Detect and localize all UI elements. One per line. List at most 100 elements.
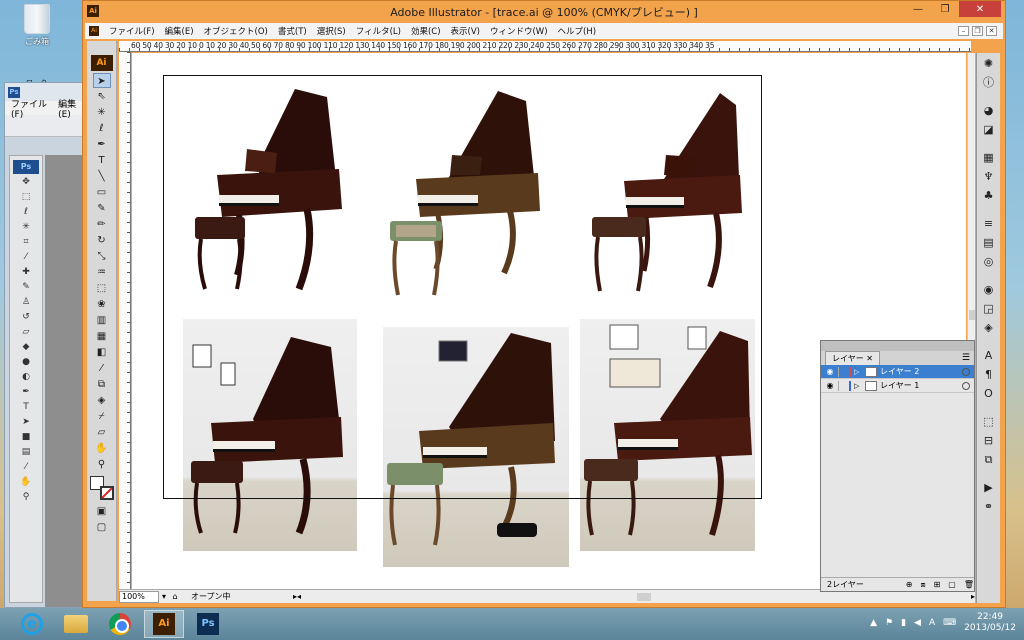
- horizontal-scroll-thumb[interactable]: [637, 592, 652, 601]
- transform-icon[interactable]: ⬚: [980, 414, 998, 430]
- restore-icon[interactable]: ❐: [932, 1, 958, 17]
- bucket-tool-icon[interactable]: ◆: [19, 341, 33, 354]
- volume-icon[interactable]: ◀: [914, 618, 921, 628]
- actions-icon[interactable]: ▶: [980, 480, 998, 496]
- doc-restore-icon[interactable]: ❐: [972, 26, 983, 36]
- doc-close-icon[interactable]: ✕: [986, 26, 997, 36]
- expand-arrow-icon[interactable]: ▷: [854, 368, 862, 376]
- layers-tab[interactable]: レイヤー ✕: [825, 351, 881, 365]
- ps-menu-edit[interactable]: 編集(E): [58, 97, 83, 120]
- horizontal-scrollbar[interactable]: [307, 592, 965, 602]
- scroll-left-icon[interactable]: ◂: [297, 592, 301, 601]
- screen-mode-icon[interactable]: ▢: [93, 520, 111, 535]
- magic-wand-tool-icon[interactable]: ✳: [93, 105, 111, 120]
- ime-language[interactable]: A: [929, 618, 935, 628]
- zoom-field[interactable]: 100%: [119, 590, 159, 603]
- eraser-tool-icon[interactable]: ▱: [19, 326, 33, 339]
- type-tool-icon-ai[interactable]: T: [93, 153, 111, 168]
- zoom-tool-icon-ai[interactable]: ⚲: [93, 457, 111, 472]
- stroke-swatch[interactable]: [99, 486, 114, 500]
- pen-tool-icon-ai[interactable]: ✒: [93, 137, 111, 152]
- swatches-icon[interactable]: ▦: [980, 150, 998, 166]
- gradient-tool-icon[interactable]: ◧: [93, 345, 111, 360]
- navigator-icon[interactable]: ✺: [980, 56, 998, 72]
- symbols-icon[interactable]: ♣: [980, 188, 998, 204]
- direct-selection-icon[interactable]: ⇖: [93, 89, 111, 104]
- minimize-icon[interactable]: —: [905, 1, 931, 17]
- selection-tool-icon[interactable]: ➤: [92, 73, 111, 88]
- type-tool-icon[interactable]: T: [19, 401, 33, 414]
- menu-view[interactable]: 表示(V): [451, 25, 480, 37]
- move-tool-icon[interactable]: ✥: [19, 176, 33, 189]
- eraser-tool-icon-ai[interactable]: ▱: [93, 425, 111, 440]
- lasso-tool-icon[interactable]: ℓ: [19, 206, 33, 219]
- new-sublayer-icon[interactable]: ⊞: [934, 580, 941, 589]
- brushes-icon[interactable]: ♆: [980, 169, 998, 185]
- dodge-tool-icon[interactable]: ◐: [19, 371, 33, 384]
- clipping-mask-icon[interactable]: ⧈: [920, 580, 925, 590]
- menu-type[interactable]: 書式(T): [278, 25, 307, 37]
- layer-row-2[interactable]: ◉ ▷ レイヤー 2: [821, 365, 974, 379]
- magic-wand-icon[interactable]: ✳: [19, 221, 33, 234]
- pencil-tool-icon[interactable]: ✏: [93, 217, 111, 232]
- blur-tool-icon[interactable]: ●: [19, 356, 33, 369]
- layers-panel-icon[interactable]: ◈: [980, 320, 998, 336]
- document-menu-icon[interactable]: Ai: [89, 26, 99, 36]
- layer-target-icon[interactable]: [962, 381, 970, 390]
- hand-tool-icon[interactable]: ✋: [19, 476, 33, 489]
- visibility-eye-icon[interactable]: ◉: [825, 381, 835, 390]
- taskbar-explorer-button[interactable]: [56, 610, 96, 638]
- graphic-styles-icon[interactable]: ◲: [980, 301, 998, 317]
- shape-tool-icon[interactable]: ■: [19, 431, 33, 444]
- layers-panel[interactable]: レイヤー ✕ ☰ ◉ ▷ レイヤー 2 ◉ ▷ レイヤー 1 2レイヤー ⊕ ⧈…: [820, 340, 975, 592]
- tray-up-arrow-icon[interactable]: ▲: [870, 618, 877, 628]
- clock[interactable]: 22:49 2013/05/12: [964, 612, 1016, 634]
- lasso-tool-icon-ai[interactable]: ℓ: [93, 121, 111, 136]
- color-mode-icon[interactable]: ▣: [93, 504, 111, 519]
- warp-tool-icon[interactable]: ♒: [93, 265, 111, 280]
- live-paint-icon[interactable]: ◈: [93, 393, 111, 408]
- symbol-sprayer-icon[interactable]: ❀: [93, 297, 111, 312]
- line-tool-icon[interactable]: ╲: [93, 169, 111, 184]
- recycle-bin-desktop-icon[interactable]: ごみ箱: [14, 4, 60, 47]
- delete-layer-icon[interactable]: 🗑: [964, 580, 974, 589]
- menu-window[interactable]: ウィンドウ(W): [490, 25, 548, 37]
- taskbar-chrome-button[interactable]: [100, 610, 140, 638]
- healing-brush-icon[interactable]: ✚: [19, 266, 33, 279]
- rectangle-tool-icon[interactable]: ▭: [93, 185, 111, 200]
- flag-icon[interactable]: ⚑: [885, 618, 893, 628]
- menu-help[interactable]: ヘルプ(H): [558, 25, 597, 37]
- rotate-tool-icon[interactable]: ↻: [93, 233, 111, 248]
- taskbar-photoshop-button[interactable]: Ps: [188, 610, 228, 638]
- zoom-dropdown-icon[interactable]: ▾: [159, 592, 169, 601]
- hand-tool-icon-ai[interactable]: ✋: [93, 441, 111, 456]
- home-icon[interactable]: ⌂: [169, 592, 181, 601]
- layer-target-icon[interactable]: [962, 367, 970, 376]
- layer-name[interactable]: レイヤー 2: [880, 366, 959, 377]
- photoshop-window[interactable]: Ps ファイル(F) 編集(E) Ps ✥ ⬚ ℓ ✳ ⌗ ⁄ ✚ ✎ ♙ ↺ …: [4, 82, 84, 608]
- stroke-panel-icon[interactable]: ≡: [980, 216, 998, 232]
- opentype-icon[interactable]: O: [980, 386, 998, 402]
- horizontal-ruler[interactable]: 60 50 40 30 20 10 0 10 20 30 40 50 60 70…: [119, 41, 971, 52]
- color-panel-icon[interactable]: ◕: [980, 103, 998, 119]
- zoom-tool-icon[interactable]: ⚲: [19, 491, 33, 504]
- free-transform-icon[interactable]: ⬚: [93, 281, 111, 296]
- graph-tool-icon[interactable]: ▥: [93, 313, 111, 328]
- links-icon[interactable]: ⚭: [980, 499, 998, 515]
- close-icon[interactable]: ✕: [959, 1, 1001, 17]
- layers-panel-header[interactable]: [821, 341, 974, 351]
- new-layer-icon[interactable]: ▢: [948, 580, 956, 589]
- gradient-panel-icon[interactable]: ▤: [980, 235, 998, 251]
- slice-tool-icon[interactable]: ⌿: [93, 409, 111, 424]
- history-brush-icon[interactable]: ↺: [19, 311, 33, 324]
- expand-arrow-icon[interactable]: ▷: [854, 382, 862, 390]
- layer-row-1[interactable]: ◉ ▷ レイヤー 1: [821, 379, 974, 393]
- ime-mode-icon[interactable]: ⌨: [943, 618, 956, 628]
- fill-stroke-swatch[interactable]: [89, 476, 114, 500]
- transparency-icon[interactable]: ◎: [980, 254, 998, 270]
- taskbar-illustrator-button[interactable]: Ai: [144, 610, 184, 638]
- brush-tool-icon[interactable]: ✎: [19, 281, 33, 294]
- pen-tool-icon[interactable]: ✒: [19, 386, 33, 399]
- menu-select[interactable]: 選択(S): [317, 25, 346, 37]
- pathfinder-icon[interactable]: ⧉: [980, 452, 998, 468]
